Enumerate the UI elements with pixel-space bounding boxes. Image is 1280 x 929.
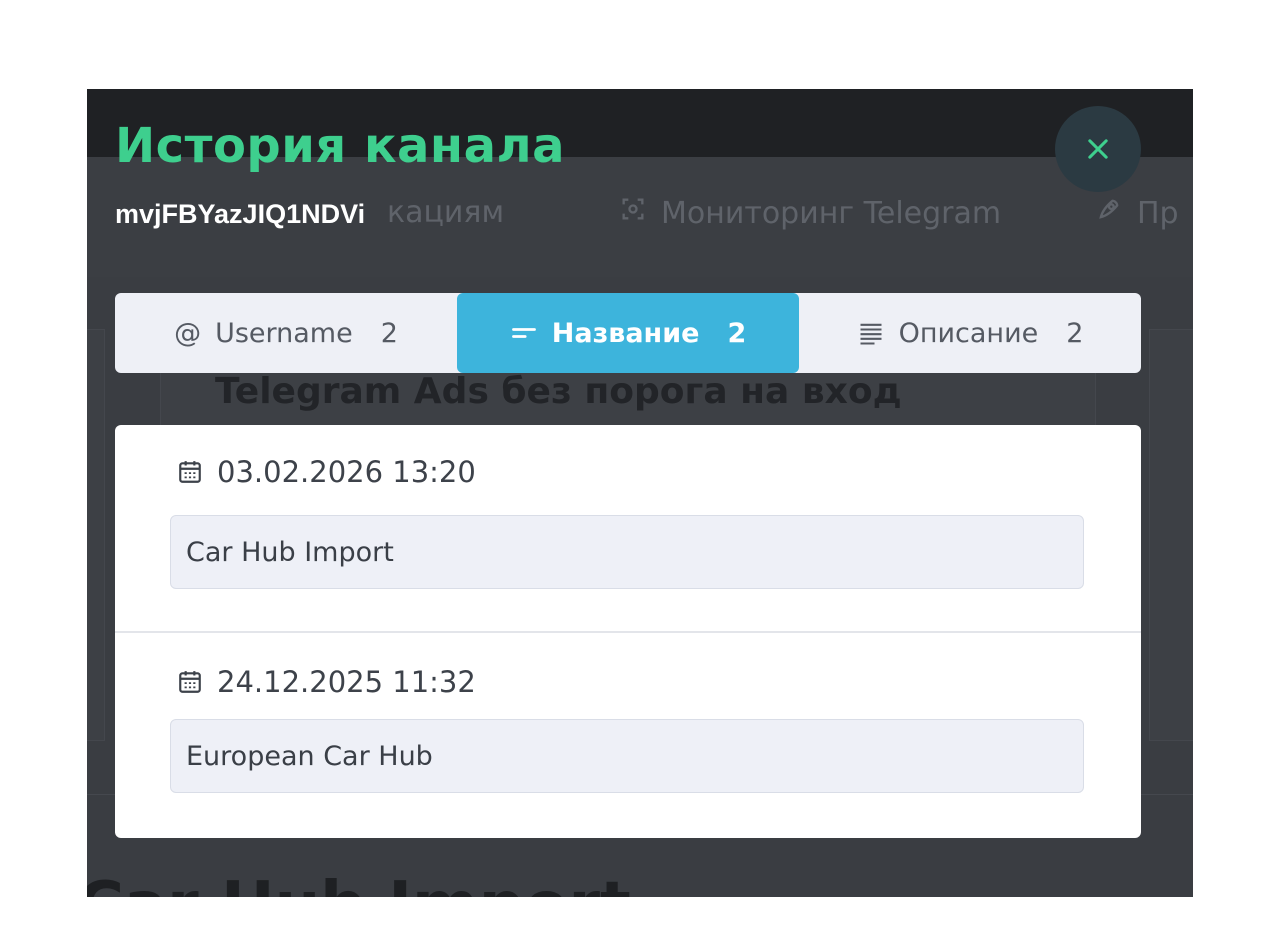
modal-title: История канала: [115, 118, 566, 174]
tab-title-label: Название: [551, 317, 700, 349]
close-icon: [1088, 139, 1108, 159]
monitor-icon: [619, 195, 647, 231]
tab-description-label: Описание: [898, 317, 1039, 349]
channel-id: mvjFBYazJIQ1NDVi: [115, 199, 366, 229]
calendar-icon: [179, 671, 201, 693]
background-nav-item-publications: кациям: [387, 195, 505, 230]
background-nav-item-monitoring: Мониторинг Telegram: [619, 195, 1001, 231]
entry-date: 03.02.2026 13:20: [177, 455, 476, 489]
tab-username-count: 2: [380, 317, 398, 349]
tab-description[interactable]: Описание 2: [799, 293, 1141, 373]
close-button[interactable]: [1055, 106, 1141, 192]
tab-username-label: Username: [215, 317, 353, 349]
at-icon: @: [174, 317, 202, 349]
background-page-title: Car Hub Import: [87, 869, 631, 897]
tab-title[interactable]: Название 2: [457, 293, 799, 373]
entry-date-text: 03.02.2026 13:20: [217, 455, 476, 489]
tab-username[interactable]: @ Username 2: [115, 293, 457, 373]
background-card-left: [87, 329, 105, 741]
background-card-title: Telegram Ads без порога на вход: [215, 371, 902, 412]
entry-date-text: 24.12.2025 11:32: [217, 665, 476, 699]
list-item: 24.12.2025 11:32 European Car Hub: [115, 631, 1141, 838]
history-tabs: @ Username 2 Название 2 Описание 2: [115, 293, 1141, 373]
title-lines-icon: [510, 319, 538, 347]
background-card-right: [1149, 329, 1193, 741]
list-item: 03.02.2026 13:20 Car Hub Import: [115, 425, 1141, 631]
history-list: 03.02.2026 13:20 Car Hub Import 24.12.20…: [115, 425, 1141, 838]
entry-value: European Car Hub: [170, 719, 1084, 793]
align-lines-icon: [857, 319, 885, 347]
tab-description-count: 2: [1066, 317, 1084, 349]
tab-title-count: 2: [727, 317, 747, 349]
background-nav-item-promo: Пр: [1095, 195, 1179, 231]
calendar-icon: [179, 461, 201, 483]
entry-value: Car Hub Import: [170, 515, 1084, 589]
rocket-icon: [1095, 195, 1123, 231]
entry-date: 24.12.2025 11:32: [177, 665, 476, 699]
